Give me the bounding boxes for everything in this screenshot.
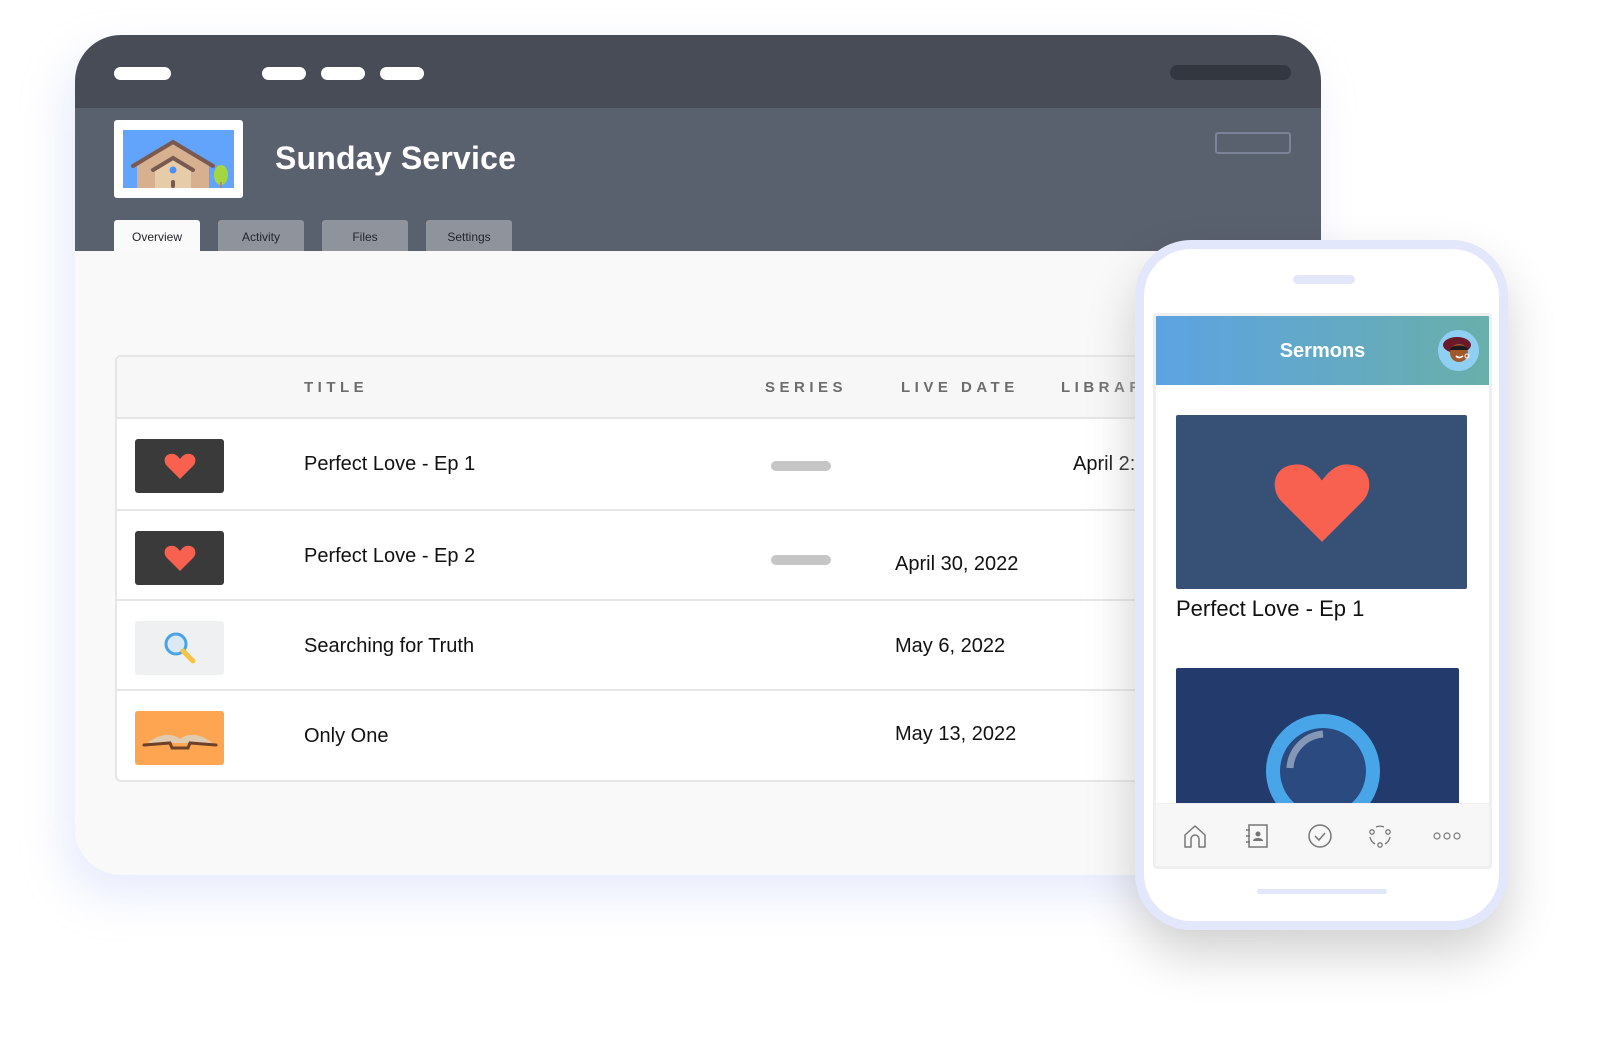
episode-thumbnail bbox=[135, 531, 224, 585]
header-action-button[interactable] bbox=[1215, 132, 1291, 154]
episode-title[interactable]: Only One bbox=[304, 725, 388, 748]
episode-thumbnail bbox=[135, 711, 224, 765]
table-row[interactable]: Only One May 13, 2022 bbox=[117, 691, 1223, 780]
column-header-series[interactable]: SERIES bbox=[765, 379, 847, 396]
home-icon bbox=[1184, 825, 1206, 848]
open-book-icon bbox=[142, 734, 217, 750]
episode-title[interactable]: Perfect Love - Ep 1 bbox=[304, 453, 475, 476]
phone-speaker bbox=[1293, 275, 1355, 284]
live-date: April 30, 2022 bbox=[895, 553, 1019, 575]
more-tab[interactable] bbox=[1432, 821, 1462, 851]
live-date: May 6, 2022 bbox=[895, 635, 1006, 657]
heart-icon bbox=[164, 545, 195, 571]
series-placeholder bbox=[771, 555, 831, 565]
more-icon bbox=[1433, 832, 1461, 840]
search-bar[interactable] bbox=[1170, 65, 1291, 80]
nav-link-placeholder[interactable] bbox=[321, 67, 365, 80]
nav-link-placeholder[interactable] bbox=[380, 67, 424, 80]
nav-link-placeholder[interactable] bbox=[262, 67, 306, 80]
phone-screen: Sermons Perfect Love - Ep 1 bbox=[1153, 313, 1492, 869]
sermon-card-thumbnail[interactable] bbox=[1176, 415, 1467, 589]
sermon-card-thumbnail[interactable] bbox=[1176, 668, 1459, 808]
directory-tab[interactable] bbox=[1242, 821, 1272, 851]
check-ins-tab[interactable] bbox=[1305, 821, 1335, 851]
table-row[interactable]: Perfect Love - Ep 1 April 2: bbox=[117, 419, 1223, 511]
phone-mockup: Sermons Perfect Love - Ep 1 bbox=[1135, 240, 1508, 930]
episodes-table: TITLE SERIES LIVE DATE LIBRAR Perfect Lo… bbox=[115, 355, 1225, 782]
column-header-library[interactable]: LIBRAR bbox=[1061, 379, 1145, 396]
group-image bbox=[114, 120, 243, 198]
tab-files[interactable]: Files bbox=[322, 220, 408, 251]
check-icon bbox=[1308, 824, 1332, 848]
episode-title[interactable]: Perfect Love - Ep 2 bbox=[304, 545, 475, 568]
app-tab-bar bbox=[1156, 803, 1489, 866]
groups-icon bbox=[1369, 825, 1391, 848]
avatar[interactable] bbox=[1438, 330, 1479, 371]
heart-icon bbox=[164, 453, 195, 479]
table-row[interactable]: Perfect Love - Ep 2 April 30, 2022 bbox=[117, 511, 1223, 601]
library-date: April 2: bbox=[1073, 453, 1136, 475]
page-title: Sunday Service bbox=[275, 140, 517, 176]
nav-logo-placeholder[interactable] bbox=[114, 67, 171, 80]
episode-thumbnail bbox=[135, 621, 224, 675]
house-icon bbox=[123, 130, 234, 188]
directory-icon bbox=[1246, 824, 1268, 848]
tab-settings[interactable]: Settings bbox=[426, 220, 512, 251]
episode-title[interactable]: Searching for Truth bbox=[304, 635, 474, 658]
tab-overview[interactable]: Overview bbox=[114, 220, 200, 251]
series-placeholder bbox=[771, 461, 831, 471]
top-nav-bar bbox=[75, 35, 1321, 108]
groups-tab[interactable] bbox=[1365, 821, 1395, 851]
heart-icon bbox=[1274, 464, 1369, 542]
episode-thumbnail bbox=[135, 439, 224, 493]
app-header: Sermons bbox=[1156, 316, 1489, 385]
tab-bar: Overview Activity Files Settings bbox=[114, 220, 512, 251]
column-header-title[interactable]: TITLE bbox=[304, 379, 368, 396]
user-avatar-icon bbox=[1438, 330, 1479, 371]
sermon-card-title[interactable]: Perfect Love - Ep 1 bbox=[1176, 596, 1364, 622]
tab-activity[interactable]: Activity bbox=[218, 220, 304, 251]
table-row[interactable]: Searching for Truth May 6, 2022 bbox=[117, 601, 1223, 691]
home-indicator bbox=[1257, 889, 1387, 894]
live-date: May 13, 2022 bbox=[895, 723, 1017, 745]
magnifier-icon bbox=[164, 632, 195, 664]
home-tab[interactable] bbox=[1180, 821, 1210, 851]
magnifier-icon bbox=[1266, 714, 1380, 808]
column-header-live-date[interactable]: LIVE DATE bbox=[901, 379, 1019, 396]
page-header: Sunday Service Overview Activity Files S… bbox=[75, 108, 1321, 251]
table-header: TITLE SERIES LIVE DATE LIBRAR bbox=[117, 357, 1223, 419]
